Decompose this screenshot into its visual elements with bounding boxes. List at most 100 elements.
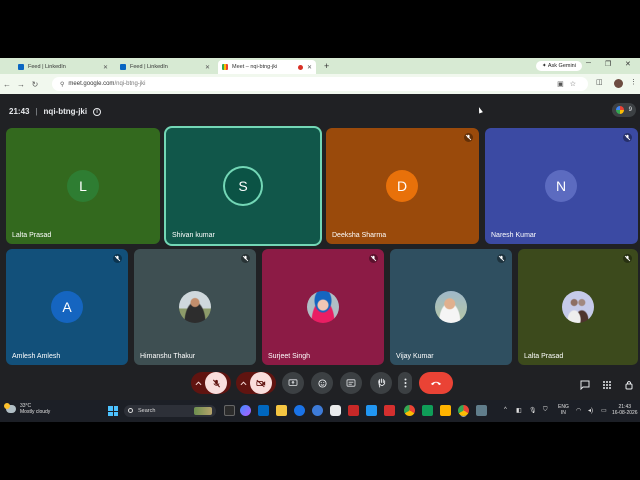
linkedin-icon <box>120 64 126 70</box>
video-settings-chevron-icon[interactable] <box>236 372 250 394</box>
back-icon[interactable]: ← <box>0 80 14 89</box>
site-info-icon[interactable]: ⚲ <box>60 81 64 88</box>
more-options-button[interactable] <box>398 372 412 394</box>
battery-icon[interactable]: ▭ <box>601 407 607 414</box>
captions-button[interactable] <box>340 372 362 394</box>
mic-tray-icon[interactable]: 🎙 <box>529 407 537 414</box>
windows-start-icon[interactable] <box>108 406 118 416</box>
raise-hand-button[interactable] <box>370 372 392 394</box>
mouse-cursor-icon <box>477 106 483 114</box>
participant-tile[interactable]: S Shivan kumar <box>166 128 320 244</box>
muted-mic-icon <box>113 254 122 263</box>
help-icon[interactable] <box>312 405 323 416</box>
ask-gemini-button[interactable]: ✦ Ask Gemini <box>536 61 582 71</box>
tray-overflow-icon[interactable]: ^ <box>504 407 507 413</box>
camera-toggle-button[interactable] <box>250 372 272 394</box>
search-placeholder: Search <box>138 408 156 414</box>
volume-icon[interactable]: ◂) <box>588 407 593 414</box>
close-tab-icon[interactable]: ✕ <box>307 64 312 71</box>
mic-toggle-button[interactable] <box>205 372 227 394</box>
forward-icon[interactable]: → <box>14 80 28 89</box>
people-button[interactable]: 9 <box>612 103 636 117</box>
mcafee-icon[interactable] <box>348 405 359 416</box>
participant-name: Lalta Prasad <box>524 353 564 360</box>
chrome-active-icon[interactable] <box>458 405 469 416</box>
store-icon[interactable] <box>258 405 269 416</box>
language-indicator[interactable]: ENG IN <box>558 404 569 416</box>
participant-tile[interactable]: Lalta Prasad <box>518 249 638 365</box>
meeting-info-icon[interactable]: i <box>93 107 102 116</box>
app-icon[interactable] <box>330 405 341 416</box>
participant-tile[interactable]: Vijay Kumar <box>390 249 512 365</box>
reload-icon[interactable]: ↻ <box>28 80 42 89</box>
snipping-tool-icon[interactable] <box>476 405 487 416</box>
search-highlight-image <box>194 407 212 415</box>
muted-mic-icon <box>623 133 632 142</box>
menu-dots-icon[interactable]: ⋮ <box>630 78 637 86</box>
sheets-icon[interactable] <box>422 405 433 416</box>
participant-photo <box>562 291 594 323</box>
avatar-initial: L <box>79 178 87 194</box>
emoji-icon <box>317 378 327 388</box>
participant-tile[interactable]: Surjeet Singh <box>262 249 384 365</box>
muted-mic-icon <box>623 254 632 263</box>
url-domain: meet.google.com <box>68 81 115 87</box>
search-icon <box>128 408 133 413</box>
participant-tile[interactable]: D Deeksha Sharma <box>326 128 479 244</box>
file-explorer-icon[interactable] <box>276 405 287 416</box>
shield-icon[interactable]: ⛉ <box>543 407 548 414</box>
avatar-initial: N <box>555 178 567 194</box>
weather-widget[interactable]: 33°C Mostly cloudy <box>4 403 51 415</box>
wifi-icon[interactable]: ◠ <box>576 407 581 414</box>
new-tab-button[interactable]: + <box>320 60 333 74</box>
participant-tile[interactable]: N Naresh Kumar <box>485 128 638 244</box>
participant-name: Vijay Kumar <box>396 353 434 360</box>
participant-tile[interactable]: L Lalta Prasad <box>6 128 160 244</box>
weather-condition: Mostly cloudy <box>20 409 51 415</box>
url-input[interactable]: ⚲ meet.google.com/nqi-btng-jki ▣☆ <box>52 77 588 91</box>
notes-icon[interactable] <box>440 405 451 416</box>
screen: Feed | LinkedIn ✕ Feed | LinkedIn ✕ Meet… <box>0 58 640 422</box>
maximize-icon[interactable]: ❐ <box>605 60 611 68</box>
minimize-icon[interactable]: ─ <box>586 60 591 67</box>
tab-meet[interactable]: Meet – nqi-btng-jki ✕ <box>218 60 316 74</box>
present-screen-button[interactable] <box>282 372 304 394</box>
camera-permission-icon[interactable]: ▣ <box>557 81 570 88</box>
profile-avatar[interactable] <box>614 79 623 88</box>
region-code: IN <box>560 410 566 416</box>
hand-icon <box>377 378 385 388</box>
muted-mic-icon <box>497 254 506 263</box>
tab-linkedin-2[interactable]: Feed | LinkedIn ✕ <box>116 60 214 74</box>
browser-tab-strip: Feed | LinkedIn ✕ Feed | LinkedIn ✕ Meet… <box>0 58 640 74</box>
task-view-icon[interactable] <box>224 405 235 416</box>
host-controls-icon[interactable] <box>624 377 634 395</box>
extensions-icon[interactable]: ◫ <box>596 78 603 86</box>
teams-icon[interactable]: ◧ <box>516 407 522 414</box>
more-vert-icon <box>404 378 406 388</box>
reactions-button[interactable] <box>311 372 333 394</box>
bookmark-star-icon[interactable]: ☆ <box>570 81 582 88</box>
participant-tile[interactable]: A Amlesh Amlesh <box>6 249 128 365</box>
tab-linkedin-1[interactable]: Feed | LinkedIn ✕ <box>14 60 112 74</box>
mail-icon[interactable] <box>366 405 377 416</box>
chat-icon[interactable] <box>580 377 590 395</box>
office-icon[interactable] <box>384 405 395 416</box>
system-clock[interactable]: 21:43 16-08-2026 <box>612 404 638 416</box>
close-tab-icon[interactable]: ✕ <box>103 64 108 71</box>
chrome-icon[interactable] <box>404 405 415 416</box>
leave-call-button[interactable] <box>419 372 453 394</box>
taskbar-search[interactable]: Search <box>124 405 216 417</box>
activities-icon[interactable] <box>602 377 612 395</box>
participant-avatar: L <box>67 170 99 202</box>
url-path: /nqi-btng-jki <box>114 81 146 87</box>
participant-tile[interactable]: Himanshu Thakur <box>134 249 256 365</box>
participant-count: 9 <box>628 107 632 113</box>
copilot-icon[interactable] <box>240 405 251 416</box>
close-tab-icon[interactable]: ✕ <box>205 64 210 71</box>
participant-name: Surjeet Singh <box>268 353 311 360</box>
audio-settings-chevron-icon[interactable] <box>191 372 205 394</box>
hp-icon[interactable] <box>294 405 305 416</box>
participant-avatar: A <box>51 291 83 323</box>
participant-photo <box>307 291 339 323</box>
close-window-icon[interactable]: ✕ <box>625 60 631 68</box>
